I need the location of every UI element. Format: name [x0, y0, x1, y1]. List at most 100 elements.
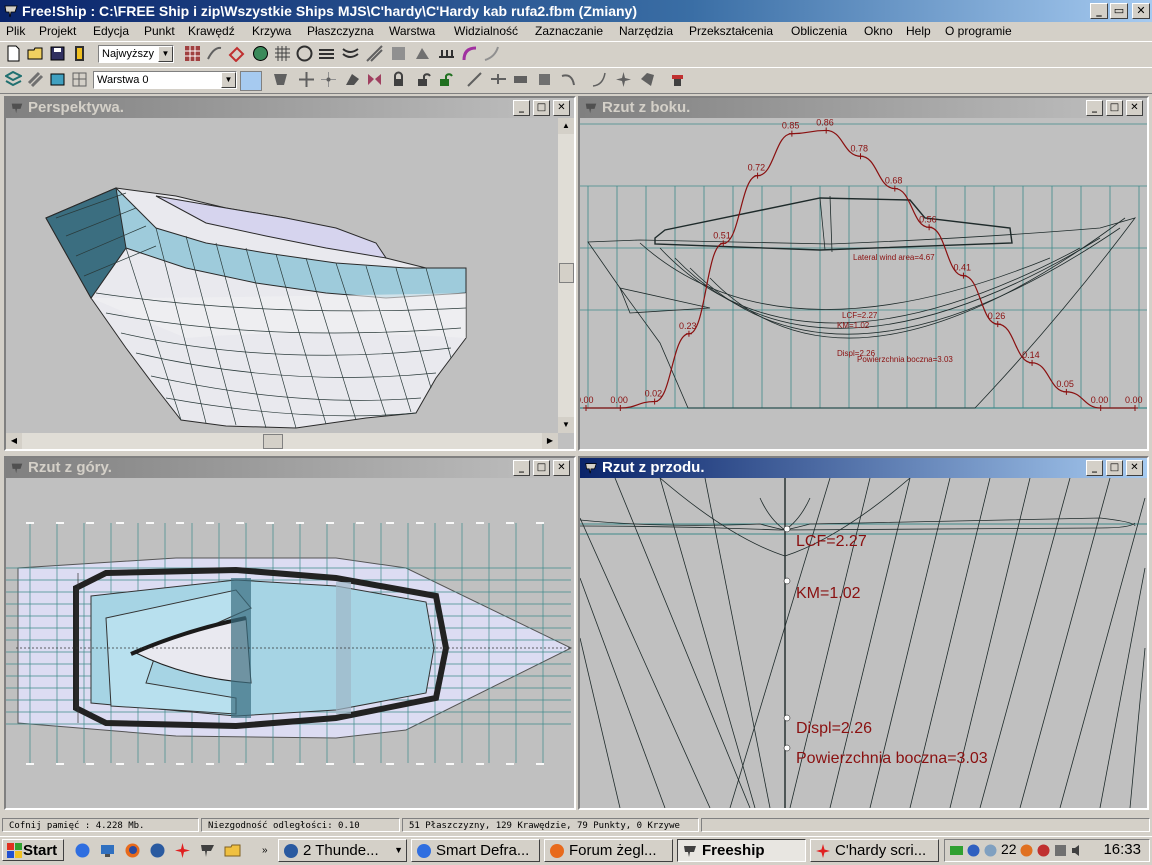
mail-icon[interactable]: [949, 843, 964, 858]
security-icon[interactable]: [1053, 843, 1068, 858]
star-icon[interactable]: [174, 842, 191, 859]
menu-plik[interactable]: Plik: [6, 24, 25, 38]
menu-edycja[interactable]: Edycja: [93, 24, 129, 38]
menu-o-programie[interactable]: O programie: [945, 24, 1012, 38]
menu-zaznaczanie[interactable]: Zaznaczanie: [535, 24, 603, 38]
face-tools-icon[interactable]: [639, 71, 656, 88]
hydrostatics-icon[interactable]: [414, 45, 431, 62]
new-face-icon[interactable]: [615, 71, 632, 88]
extrude-icon[interactable]: [344, 71, 361, 88]
desktop-icon[interactable]: [99, 842, 116, 859]
layer-color-swatch[interactable]: [240, 71, 262, 91]
panel-minimize-button[interactable]: _: [1086, 100, 1103, 116]
panel-front-title[interactable]: Rzut z przodu. _ □ ✕: [580, 458, 1147, 478]
scroll-up-icon[interactable]: ▲: [558, 118, 574, 134]
weather-icon[interactable]: [983, 843, 998, 858]
thunderbird-icon[interactable]: [149, 842, 166, 859]
scroll-thumb[interactable]: [263, 434, 283, 449]
menu-okno[interactable]: Okno: [864, 24, 893, 38]
insert-edge-icon[interactable]: [512, 71, 529, 88]
layers-icon[interactable]: [5, 71, 22, 88]
menu-widzialnosc[interactable]: Widzialność: [454, 24, 518, 38]
perspective-viewport[interactable]: ▲ ▼ ◀ ▶: [6, 118, 574, 449]
horizontal-scrollbar[interactable]: ◀ ▶: [6, 433, 558, 449]
panel-close-button[interactable]: ✕: [1126, 100, 1143, 116]
panel-side-title[interactable]: Rzut z boku. _ □ ✕: [580, 98, 1147, 118]
scroll-down-icon[interactable]: ▼: [558, 417, 574, 433]
panel-close-button[interactable]: ✕: [553, 100, 570, 116]
split-edge-icon[interactable]: [490, 71, 507, 88]
top-viewport[interactable]: [6, 478, 574, 808]
taskbar-button-forum[interactable]: Forum żegl...: [544, 839, 673, 862]
panel-minimize-button[interactable]: _: [513, 100, 530, 116]
menu-przeksztalcenia[interactable]: Przekształcenia: [689, 24, 773, 38]
panel-top[interactable]: Rzut z góry. _ □ ✕: [4, 456, 576, 810]
add-point-icon[interactable]: [298, 71, 315, 88]
unlock-icon[interactable]: [414, 71, 431, 88]
scroll-thumb[interactable]: [559, 263, 574, 283]
vertical-scrollbar[interactable]: ▲ ▼: [558, 118, 574, 433]
interior-edges-icon[interactable]: [390, 45, 407, 62]
side-viewport[interactable]: 0.00 0.00 0.02 0.23 0.51 0.72 0.85 0.86 0.78 0.68…: [580, 117, 1147, 449]
window-title-bar[interactable]: Free!Ship : C:\FREE Ship i zip\Wszystkie…: [0, 0, 1152, 22]
panel-close-button[interactable]: ✕: [1126, 460, 1143, 476]
panel-perspective-title[interactable]: Perspektywa. _ □ ✕: [6, 98, 574, 118]
markers-icon[interactable]: [228, 45, 245, 62]
diagonals-icon[interactable]: [366, 45, 383, 62]
mirror-icon[interactable]: [366, 71, 383, 88]
menu-narzedzia[interactable]: Narzędzia: [619, 24, 673, 38]
panel-maximize-button[interactable]: □: [533, 460, 550, 476]
front-viewport[interactable]: LCF=2.27 KM=1.02 Displ=2.26 Powierzchnia…: [580, 477, 1147, 808]
close-button[interactable]: ✕: [1132, 3, 1150, 19]
curvature-plot-icon[interactable]: [461, 45, 478, 62]
menu-obliczenia[interactable]: Obliczenia: [791, 24, 847, 38]
panel-minimize-button[interactable]: _: [513, 460, 530, 476]
move-icon[interactable]: [320, 71, 337, 88]
new-file-icon[interactable]: [5, 45, 22, 62]
scroll-left-icon[interactable]: ◀: [6, 433, 22, 449]
grid-icon[interactable]: [274, 45, 291, 62]
quicklaunch-chevron-icon[interactable]: »: [262, 845, 268, 856]
hull-surface-icon[interactable]: [272, 71, 289, 88]
menu-plaszczyzna[interactable]: Płaszczyzna: [307, 24, 374, 38]
save-icon[interactable]: [49, 45, 66, 62]
panel-front[interactable]: Rzut z przodu. _ □ ✕ LCF=2.27 KM=1.02 Di…: [578, 456, 1149, 810]
collapse-edge-icon[interactable]: [536, 71, 553, 88]
internet-explorer-icon[interactable]: [74, 842, 91, 859]
panel-close-button[interactable]: ✕: [553, 460, 570, 476]
layer-select[interactable]: Warstwa 0 ▼: [93, 71, 237, 89]
lock-icon[interactable]: [390, 71, 407, 88]
control-net-icon[interactable]: [184, 45, 201, 62]
curve-icon[interactable]: [591, 71, 608, 88]
panel-side[interactable]: Rzut z boku. _ □ ✕ 0.: [578, 96, 1149, 451]
taskbar-button-freeship[interactable]: Freeship: [677, 839, 806, 862]
start-button[interactable]: Start: [2, 839, 64, 861]
taskbar-button-chardy[interactable]: C'hardy scri...: [810, 839, 939, 862]
antivirus-icon[interactable]: [1019, 843, 1034, 858]
flowlines-icon[interactable]: [438, 45, 455, 62]
delete-icon[interactable]: [669, 71, 686, 88]
panel-maximize-button[interactable]: □: [533, 100, 550, 116]
minimize-button[interactable]: _: [1090, 3, 1108, 19]
crease-edge-icon[interactable]: [560, 71, 577, 88]
panel-maximize-button[interactable]: □: [1106, 460, 1123, 476]
panel-top-title[interactable]: Rzut z góry. _ □ ✕: [6, 458, 574, 478]
globe-icon[interactable]: [252, 45, 269, 62]
exit-icon[interactable]: [71, 45, 88, 62]
taskbar-button-smart-defrag[interactable]: Smart Defra...: [411, 839, 540, 862]
stations-icon[interactable]: [296, 45, 313, 62]
network-icon[interactable]: [966, 843, 981, 858]
menu-projekt[interactable]: Projekt: [39, 24, 76, 38]
layer-grid-icon[interactable]: [71, 71, 88, 88]
menu-punkt[interactable]: Punkt: [144, 24, 175, 38]
buttocks-icon[interactable]: [318, 45, 335, 62]
menu-warstwa[interactable]: Warstwa: [389, 24, 435, 38]
chevron-down-icon[interactable]: ▼: [158, 46, 173, 62]
chevron-down-icon[interactable]: ▼: [221, 72, 236, 88]
maximize-button[interactable]: ▭: [1110, 3, 1128, 19]
curvature-icon[interactable]: [206, 45, 223, 62]
freeship-icon[interactable]: [199, 842, 216, 859]
layer-properties-icon[interactable]: [49, 71, 66, 88]
edge-icon[interactable]: [466, 71, 483, 88]
menu-help[interactable]: Help: [906, 24, 931, 38]
